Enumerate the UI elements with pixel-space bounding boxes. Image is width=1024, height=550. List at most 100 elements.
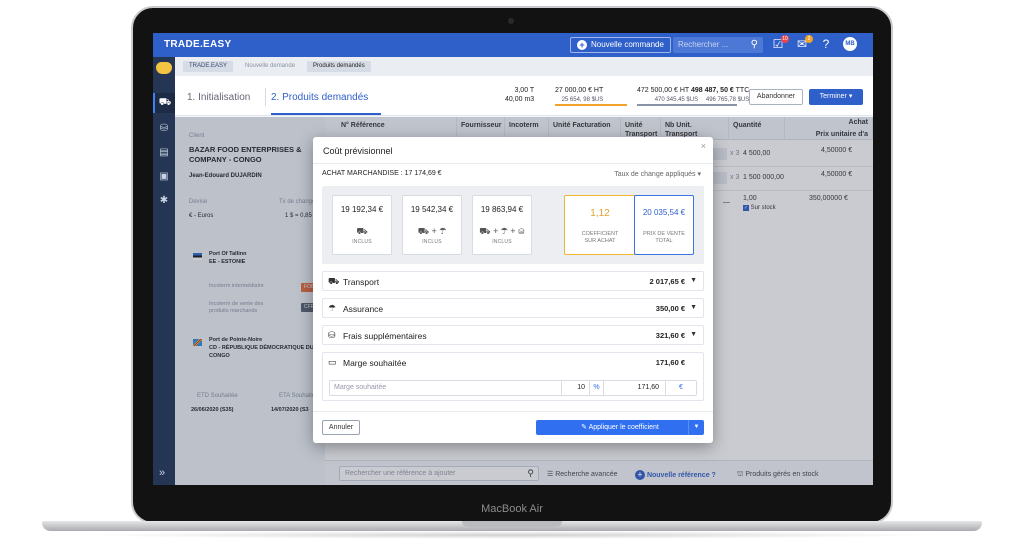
coins-icon[interactable]: ⛁ [153,123,175,134]
camera [508,18,514,24]
transport-label: Transport [343,277,380,287]
tasks-icon[interactable]: ☑ 10 [771,35,789,52]
cost-card-transport-insurance[interactable]: 19 542,34 € ⛟ + ☂ INCLUS [402,195,462,255]
marge-amount-input[interactable]: 171,60 [604,381,666,395]
truck-umbrella-icon: ⛟ + ☂ [417,226,447,236]
modal-footer-divider [313,411,713,412]
cart-icon[interactable]: ⛟ [153,93,175,113]
user-avatar[interactable]: MB [843,37,857,51]
cancel-button[interactable]: Annuler [322,420,360,435]
forecast-cost-modal: Coût prévisionnel × ACHAT MARCHANDISE : … [313,137,713,443]
smile-logo-icon[interactable] [156,62,172,74]
breadcrumb-current: Produits demandés [307,61,371,72]
laptop-notch [462,521,562,527]
marge-input-label: Marge souhaitée [330,381,562,395]
assurance-accordion[interactable]: ☂ Assurance 350,00 € ▼ [322,298,704,318]
caret-down-icon[interactable]: ▼ [688,420,704,435]
total-sale-ht: 472 500,00 € HT [637,87,690,94]
global-search-placeholder: Rechercher ... [678,40,729,49]
archive-icon[interactable]: ▤ [153,147,175,158]
marge-percent-input[interactable]: 10 [562,381,590,395]
total-purchase-ht: 27 000,00 € HT [555,87,604,94]
apply-coefficient-button[interactable]: ✎ Appliquer le coefficient ▼ [536,420,704,435]
wand-icon: ✎ [581,424,587,431]
card-amount: 19 863,94 € [480,205,524,214]
abandon-button[interactable]: Abandonner [749,89,803,105]
total-sale-usd: 470 345,45 $US [654,97,699,103]
card-amount: 19 192,34 € [340,205,384,214]
brand-logo[interactable]: TRADE.EASY [164,39,231,50]
total-price-value: 20 035,54 € [642,208,686,217]
total-purchase-usd: 25 654, 98 $US [561,97,604,103]
card-label: INCLUS [492,239,512,245]
cost-card-transport[interactable]: 19 192,34 € ⛟ INCLUS [332,195,392,255]
settings-icon[interactable]: ✱ [153,195,175,206]
coefficient-label-1: COEFFICIENT [581,231,619,237]
umbrella-icon: ☂ [328,303,337,313]
frais-label: Frais supplémentaires [343,331,427,341]
notifications-badge: 2 [805,35,813,43]
total-price-label: PRIX DE VENTE TOTAL [635,231,693,245]
total-price-label-2: TOTAL [655,238,673,244]
device-label: MacBook Air [481,503,543,515]
totals-purchase: 27 000,00 € HT 25 654, 98 $US [555,86,603,105]
achat-marchandise: ACHAT MARCHANDISE : 17 174,69 € [322,170,442,177]
global-search-input[interactable]: Rechercher ... ⚲ [673,37,763,53]
contacts-icon[interactable]: ▣ [153,171,175,182]
frais-accordion[interactable]: ⛁ Frais supplémentaires 321,60 € ▼ [322,325,704,345]
cost-card-all-fees[interactable]: 19 863,94 € ⛟ + ☂ + ⛁ INCLUS [472,195,532,255]
sale-bar [637,104,737,106]
collapse-chevron-icon[interactable]: » [159,467,165,479]
exchange-rates-toggle[interactable]: Taux de change appliqués ▾ [614,170,701,178]
step-divider [265,88,266,106]
totals-sale: 472 500,00 € HT 498 487, 50 € TTC 470 34… [637,86,749,105]
total-sale-ttc: 498 487, 50 € [690,87,734,94]
active-step-indicator [271,113,381,115]
marge-section: ▭ Marge souhaitée 171,60 € Marge souhait… [322,352,704,401]
assurance-value: 350,00 € [655,304,685,313]
step-initialisation[interactable]: 1. Initialisation [187,92,250,103]
finish-button[interactable]: Terminer ▾ [809,89,863,105]
cost-cards: 19 192,34 € ⛟ INCLUS 19 542,34 € ⛟ + ☂ I… [322,186,704,264]
plus-icon: + [577,40,587,50]
new-order-label: Nouvelle commande [591,40,664,49]
search-icon[interactable]: ⚲ [751,37,758,53]
caret-down-icon[interactable]: ▼ [690,304,697,311]
step-produits[interactable]: 2. Produits demandés [271,92,368,103]
card-label: INCLUS [422,239,442,245]
marge-label: Marge souhaitée [343,358,407,368]
modal-divider [313,163,713,164]
totals-weight: 3,00 T 40,00 m3 [505,86,534,104]
banknote-icon: ▭ [328,357,337,367]
notifications-icon[interactable]: ✉ 2 [795,35,813,52]
close-icon[interactable]: × [701,141,706,151]
card-label: INCLUS [352,239,372,245]
card-amount: 19 542,34 € [410,205,454,214]
total-weight: 3,00 T [514,87,535,94]
truck-icon: ⛟ [356,226,368,236]
marge-input-row: Marge souhaitée 10 % 171,60 € [329,380,697,396]
coefficient-card[interactable]: 1,12 COEFFICIENT SUR ACHAT [564,195,636,255]
caret-down-icon[interactable]: ▼ [690,331,697,338]
total-price-card[interactable]: 20 035,54 € PRIX DE VENTE TOTAL [634,195,694,255]
coefficient-label: COEFFICIENT SUR ACHAT [565,231,635,245]
euro-symbol: € [679,384,683,391]
left-rail: ⛟ ⛁ ▤ ▣ ✱ [153,57,175,485]
percent-symbol: % [590,381,604,395]
help-icon[interactable]: ? [819,36,833,52]
assurance-label: Assurance [343,304,384,314]
breadcrumb-home[interactable]: TRADE.EASY [183,61,234,72]
caret-down-icon[interactable]: ▼ [690,277,697,284]
coefficient-label-2: SUR ACHAT [584,238,616,244]
new-order-button[interactable]: + Nouvelle commande [570,37,671,53]
breadcrumb-new-request[interactable]: Nouvelle demande [239,61,301,72]
tasks-badge: 10 [781,35,789,43]
modal-title: Coût prévisionnel [323,146,393,156]
total-sale-ttc-usd: 496 765,78 $US [705,97,750,103]
steps-bar: 1. Initialisation 2. Produits demandés 3… [175,76,873,116]
purchase-bar [555,104,627,106]
transport-value: 2 017,65 € [649,277,685,286]
frais-value: 321,60 € [655,331,685,340]
transport-accordion[interactable]: ⛟ Transport 2 017,65 € ▼ [322,271,704,291]
coins-icon: ⛁ [328,330,336,340]
